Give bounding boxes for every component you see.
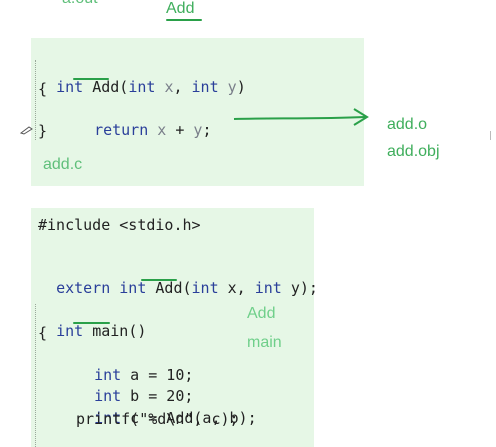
add-return-statement: return x + y; [94,121,212,139]
extern-declaration: extern int Add(int x, int y); [56,279,318,297]
add-close-brace: } [38,122,48,140]
top-add-underline [166,19,202,21]
compile-arrow-icon [233,108,369,126]
main-function-name: main [92,322,129,340]
output-add-o: add.o [387,116,428,133]
pen-cursor-icon [20,126,33,135]
add-function-name: Add [92,78,120,96]
output-add-obj: add.obj [387,143,440,160]
main-open-brace: { [38,324,48,342]
code-guide-line-2 [35,304,36,447]
top-add-note: Add [166,0,195,17]
extern-add-name: Add [155,279,183,297]
add-name-underline [73,78,109,80]
include-directive: #include <stdio.h> [38,216,201,234]
add-function-signature: int Add(int x, int y) [56,78,246,96]
side-note-main: main [247,334,282,351]
add-c-filename: add.c [43,156,83,173]
main-name-underline [73,322,110,324]
side-note-add: Add [247,305,276,322]
code-guide-line-1 [35,60,36,140]
printf-call: printf("%d\n", c); [76,410,239,428]
main-signature: int main() [56,322,147,340]
add-open-brace: { [38,80,48,98]
extern-add-underline [141,279,177,281]
top-cropped-note: a.out [62,0,98,8]
right-edge-mark [490,131,491,140]
